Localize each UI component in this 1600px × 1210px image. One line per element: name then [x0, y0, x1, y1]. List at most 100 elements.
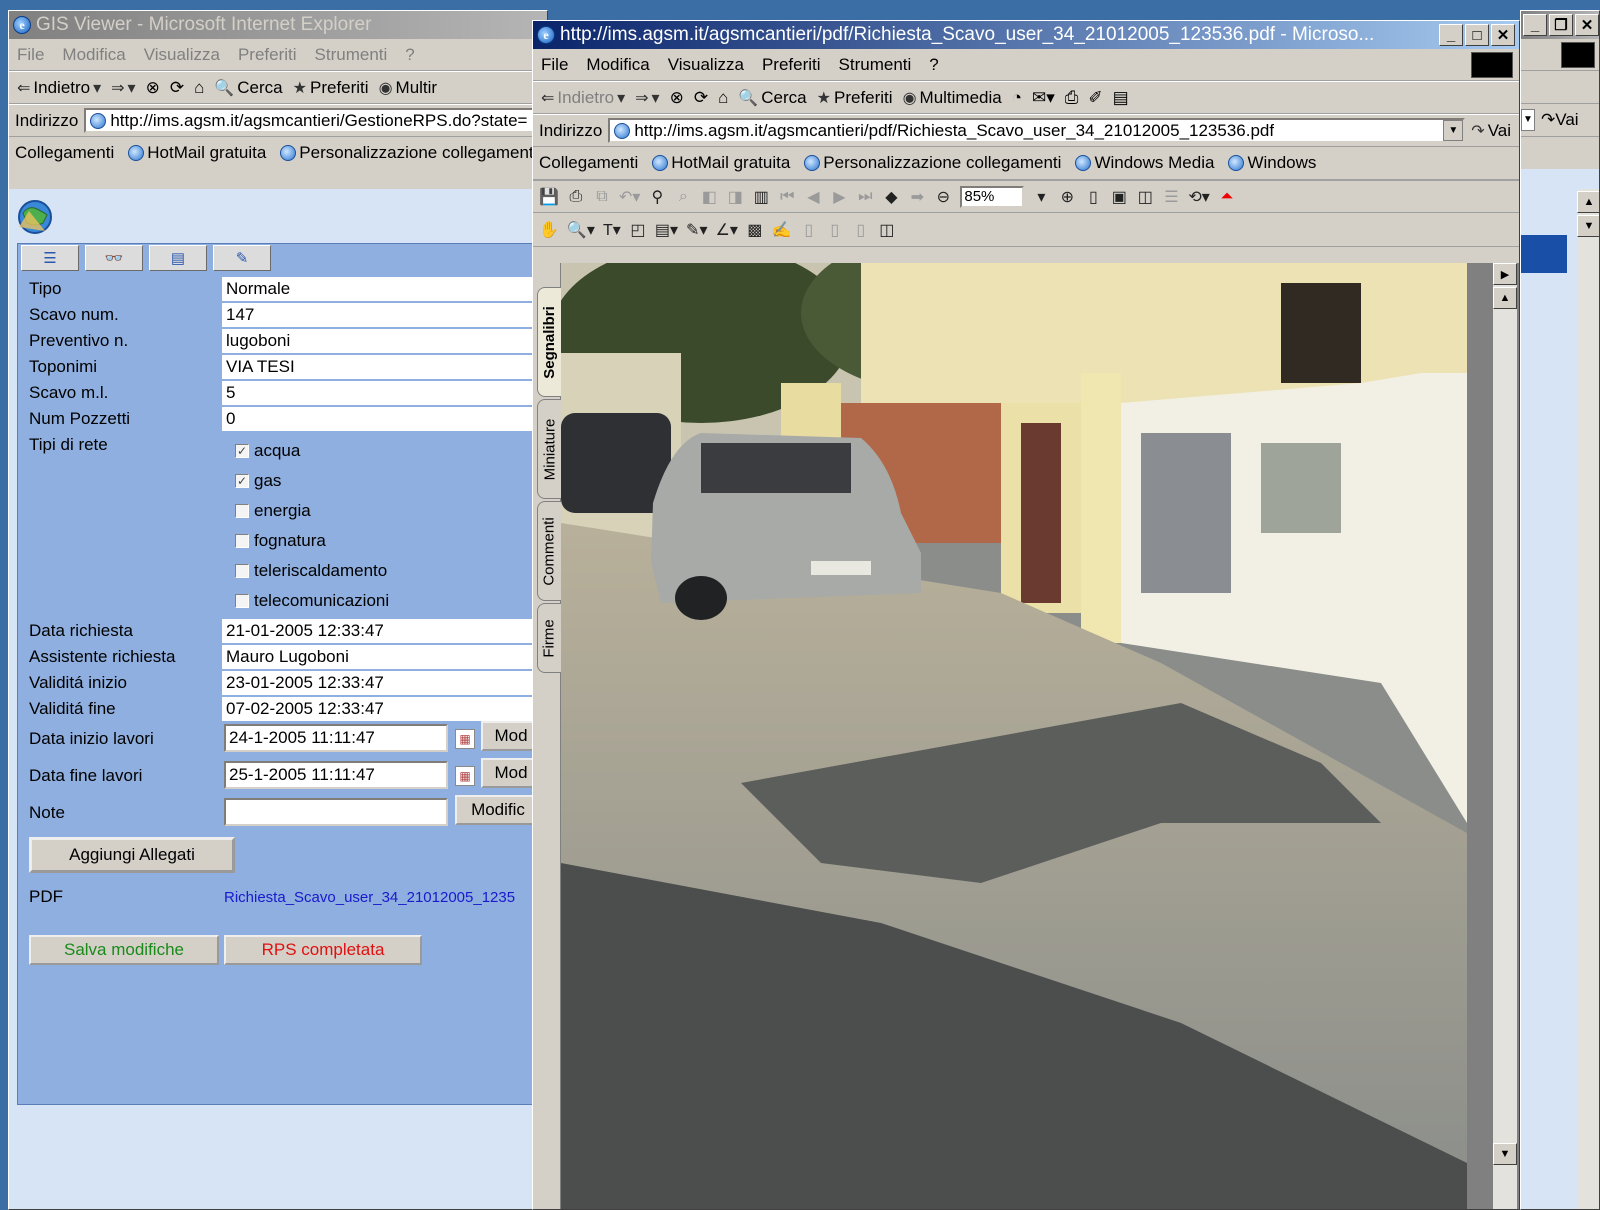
minimize-icon[interactable]: _ — [1439, 24, 1463, 46]
menu-preferiti[interactable]: Preferiti — [762, 55, 821, 75]
scroll-down-icon[interactable]: ▼ — [1493, 1143, 1517, 1165]
link-windows-media[interactable]: Windows Media — [1075, 153, 1214, 173]
restore-icon[interactable]: ❐ — [1549, 14, 1573, 36]
hand-tool-icon[interactable]: ✋ — [539, 220, 559, 240]
vertical-scrollbar[interactable]: ▲ ▼ — [1577, 189, 1599, 1209]
last-page-icon[interactable]: ⏭ — [856, 188, 874, 206]
stop-icon[interactable]: ⊗ — [670, 88, 684, 108]
tab-search[interactable]: 👓 — [85, 245, 143, 271]
menu-visualizza[interactable]: Visualizza — [668, 55, 744, 75]
links-label[interactable]: Collegamenti — [539, 153, 638, 173]
go-button[interactable]: ↷Vai — [1471, 121, 1511, 141]
pencil-tool-icon[interactable]: ✎▾ — [686, 220, 707, 240]
scroll-up-icon[interactable]: ▲ — [1577, 191, 1599, 213]
zoom-tool-icon[interactable]: 🔍▾ — [567, 220, 595, 240]
next-doc-icon[interactable]: ◨ — [726, 187, 744, 207]
refresh-icon[interactable]: ⟳ — [170, 78, 184, 98]
stop-icon[interactable]: ⊗ — [146, 78, 160, 98]
tab-bookmarks[interactable]: Segnalibri — [537, 287, 561, 397]
tab-comments[interactable]: Commenti — [537, 501, 561, 601]
save-changes-button[interactable]: Salva modifiche — [29, 935, 219, 965]
checkbox-gas[interactable]: ✓ gas — [235, 471, 281, 491]
note-tool-icon[interactable]: ▤▾ — [655, 220, 678, 240]
checkbox-acqua[interactable]: ✓ acqua — [235, 441, 300, 461]
checkbox-box[interactable] — [235, 564, 249, 578]
link-windows[interactable]: Windows — [1228, 153, 1316, 173]
checkbox-box[interactable]: ✓ — [235, 474, 249, 488]
navigation-pane-icon[interactable]: ▥ — [752, 187, 770, 207]
undo-icon[interactable]: ↶▾ — [619, 187, 640, 207]
fit-page-icon[interactable]: ▣ — [1110, 187, 1128, 207]
refresh-icon[interactable]: ⟳ — [694, 88, 708, 108]
background-titlebar[interactable]: _ ❐ ✕ — [1521, 11, 1599, 39]
menu-modifica[interactable]: Modifica — [586, 55, 649, 75]
actual-size-icon[interactable]: ▯ — [1084, 187, 1102, 207]
link-hotmail[interactable]: HotMail gratuita — [652, 153, 790, 173]
note-input[interactable] — [224, 798, 448, 826]
pdf-link[interactable]: Richiesta_Scavo_user_34_21012005_1235 — [224, 889, 515, 906]
expand-right-icon[interactable]: ▶ — [1493, 263, 1517, 285]
zoom-out-icon[interactable]: ⊖ — [934, 187, 952, 207]
back-button[interactable]: ⇐ Indietro ▾ — [541, 88, 625, 108]
forward-button[interactable]: ⇒ ▾ — [635, 88, 659, 108]
favorites-button[interactable]: ★ Preferiti — [293, 78, 369, 98]
checkbox-telecomunicazioni[interactable]: telecomunicazioni — [235, 591, 389, 611]
zoom-in-icon[interactable]: ⊕ — [1058, 187, 1076, 207]
home-icon[interactable]: ⌂ — [718, 88, 728, 108]
chevron-down-icon[interactable]: ▼ — [1443, 120, 1464, 141]
checkbox-fognatura[interactable]: fognatura — [235, 531, 326, 551]
go-button[interactable]: ↷Vai — [1541, 110, 1579, 130]
text-select-icon[interactable]: T▾ — [603, 220, 621, 240]
checkbox-box[interactable] — [235, 594, 249, 608]
close-icon[interactable]: ✕ — [1575, 14, 1599, 36]
page-action-icon[interactable]: ▯ — [800, 220, 818, 240]
scroll-down-icon[interactable]: ▼ — [1577, 215, 1599, 237]
modify-note-button[interactable]: Modific — [455, 795, 541, 825]
forward-button[interactable]: ⇒ ▾ — [111, 78, 135, 98]
print-icon[interactable]: ⎙ — [567, 188, 585, 206]
link-personalizzazione[interactable]: Personalizzazione collegament — [280, 143, 534, 163]
checkbox-energia[interactable]: energia — [235, 501, 311, 521]
tab-thumbnails[interactable]: Miniature — [537, 399, 561, 499]
edit-icon[interactable]: ✐ — [1088, 88, 1102, 108]
menu-file[interactable]: File — [541, 55, 568, 75]
checkbox-teleriscaldamento[interactable]: teleriscaldamento — [235, 561, 387, 581]
menu-visualizza[interactable]: Visualizza — [144, 45, 220, 65]
next-view-icon[interactable]: ➡ — [908, 187, 926, 207]
stamp-icon[interactable]: ▩ — [746, 220, 764, 240]
page-extract-icon[interactable]: ◫ — [878, 220, 896, 240]
media-button[interactable]: ◉ Multir — [379, 78, 438, 98]
tab-edit[interactable]: ✎ — [213, 245, 271, 271]
fit-width-icon[interactable]: ◫ — [1136, 187, 1154, 207]
snapshot-icon[interactable]: ◰ — [629, 220, 647, 240]
prev-doc-icon[interactable]: ◧ — [700, 187, 718, 207]
prev-page-icon[interactable]: ◀ — [804, 187, 822, 207]
search-doc-icon[interactable]: ⌕ — [674, 188, 692, 206]
add-attachments-button[interactable]: Aggiungi Allegati — [29, 837, 235, 873]
search-button[interactable]: 🔍 Cerca — [738, 88, 806, 108]
rps-complete-button[interactable]: RPS completata — [224, 935, 422, 965]
pdf-vertical-scrollbar[interactable]: ▶ ▲ ▼ — [1493, 263, 1517, 1209]
find-icon[interactable]: ⚲ — [648, 187, 666, 207]
checkbox-box[interactable] — [235, 504, 249, 518]
reflow-icon[interactable]: ☰ — [1162, 187, 1180, 207]
history-icon[interactable]: ◔ — [1012, 88, 1022, 108]
address-input[interactable]: http://ims.agsm.it/agsmcantieri/pdf/Rich… — [608, 118, 1466, 143]
save-icon[interactable]: 💾 — [539, 187, 559, 207]
back-button[interactable]: ⇐ Indietro ▾ — [17, 78, 101, 98]
gis-viewer-titlebar[interactable]: e GIS Viewer - Microsoft Internet Explor… — [9, 11, 547, 39]
pdf-window-titlebar[interactable]: e http://ims.agsm.it/agsmcantieri/pdf/Ri… — [533, 21, 1519, 49]
menu-help[interactable]: ? — [405, 45, 414, 65]
page-up-icon[interactable]: ▯ — [826, 220, 844, 240]
tab-table[interactable]: ▤ — [149, 245, 207, 271]
adobe-logo-icon[interactable]: ⏶ — [1218, 188, 1236, 206]
first-page-icon[interactable]: ⏮ — [778, 188, 796, 206]
print-icon[interactable]: ⎙ — [1065, 88, 1079, 108]
favorites-button[interactable]: ★ Preferiti — [817, 88, 893, 108]
maximize-icon[interactable]: □ — [1465, 24, 1489, 46]
address-input[interactable]: http://ims.agsm.it/agsmcantieri/Gestione… — [84, 108, 547, 133]
draw-tool-icon[interactable]: ∠▾ — [715, 220, 737, 240]
calendar-icon[interactable]: ▦ — [455, 729, 475, 749]
sign-icon[interactable]: ✍ — [772, 220, 792, 240]
mail-icon[interactable]: ✉▾ — [1032, 88, 1055, 108]
